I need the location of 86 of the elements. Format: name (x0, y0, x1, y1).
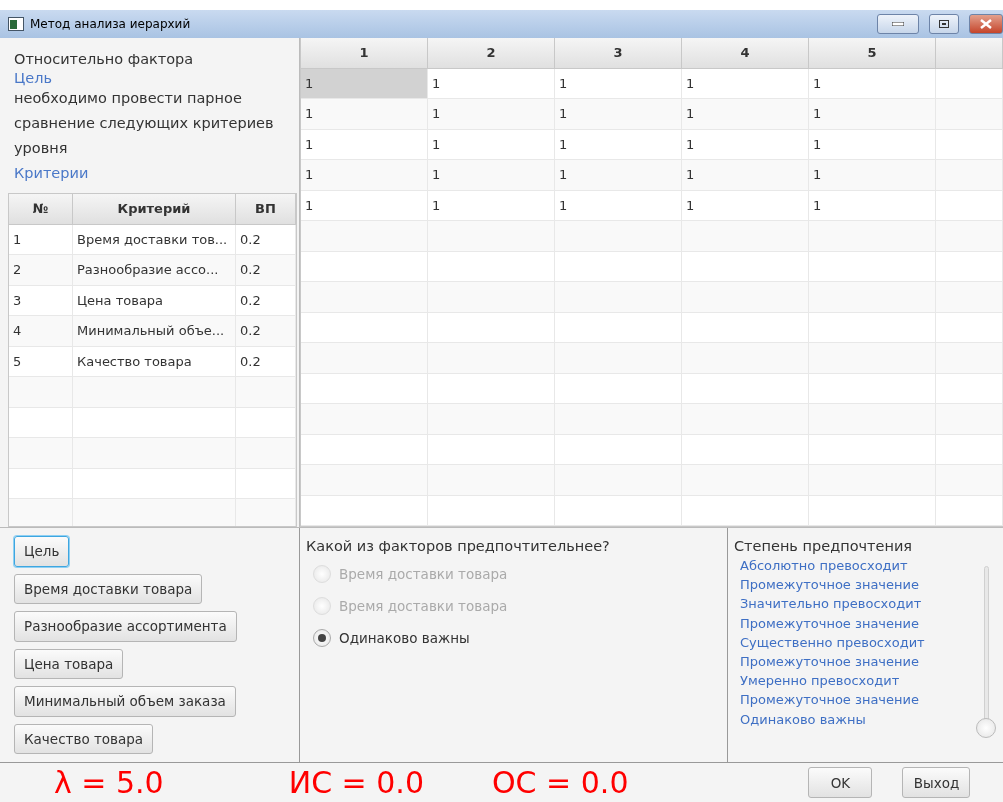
matrix-cell[interactable]: 1 (301, 190, 428, 221)
maximize-button[interactable] (929, 14, 959, 34)
table-cell: 0.2 (236, 285, 296, 316)
column-header[interactable]: 2 (428, 38, 555, 69)
matrix-cell[interactable]: 1 (301, 99, 428, 130)
column-header[interactable]: 3 (555, 38, 682, 69)
slider-thumb[interactable] (976, 718, 996, 738)
table-cell: 0.2 (236, 255, 296, 286)
factor-button[interactable]: Цена товара (14, 648, 124, 679)
preference-level[interactable]: Промежуточное значение (734, 652, 975, 672)
matrix-cell[interactable]: 1 (301, 68, 428, 99)
matrix-cell[interactable]: 1 (301, 160, 428, 191)
table-cell: Качество товара (73, 346, 236, 377)
matrix-cell[interactable]: 1 (809, 99, 936, 130)
preference-title: Степень предпочтения (734, 538, 914, 554)
table-cell: Время доставки тов... (73, 224, 236, 255)
table-cell: 0.2 (236, 346, 296, 377)
matrix-cell[interactable]: 1 (555, 99, 682, 130)
preference-level[interactable]: Промежуточное значение (734, 613, 975, 633)
ok-button[interactable]: OK (808, 767, 873, 798)
table-cell: 0.2 (236, 224, 296, 255)
matrix-cell[interactable]: 1 (682, 190, 809, 221)
close-button[interactable] (969, 14, 1003, 34)
radio-option[interactable]: Одинаково важны (306, 624, 721, 652)
close-icon (980, 19, 992, 29)
column-header[interactable]: 5 (809, 38, 936, 69)
table-cell: 0.2 (236, 316, 296, 347)
table-cell: 5 (9, 346, 73, 377)
stat-value: λ = 5.0 (54, 765, 164, 800)
stat-value: ИС = 0.0 (288, 765, 424, 800)
preference-level[interactable]: Умеренно превосходит (734, 671, 975, 691)
matrix-cell[interactable]: 1 (809, 129, 936, 160)
preference-level[interactable]: Значительно превосходит (734, 594, 975, 614)
factor-button[interactable]: Качество товара (14, 723, 154, 754)
matrix-cell[interactable]: 1 (428, 68, 555, 99)
matrix-cell[interactable]: 1 (555, 190, 682, 221)
matrix-cell[interactable]: 1 (682, 129, 809, 160)
radio-icon (313, 565, 331, 583)
app-icon (8, 17, 24, 31)
preference-slider[interactable] (975, 566, 997, 738)
matrix-cell[interactable]: 1 (809, 160, 936, 191)
table-cell: 1 (9, 224, 73, 255)
matrix-cell[interactable]: 1 (301, 129, 428, 160)
stat-value: ОС = 0.0 (492, 765, 629, 800)
info-text: Относительно фактора (14, 50, 195, 69)
column-header[interactable]: № (9, 194, 73, 225)
matrix-cell[interactable]: 1 (682, 99, 809, 130)
table-cell: 3 (9, 285, 73, 316)
preference-level[interactable]: Промежуточное значение (734, 690, 975, 710)
matrix-cell[interactable]: 1 (428, 190, 555, 221)
factor-button[interactable]: Разнообразие ассортимента (14, 611, 237, 642)
table-cell: 4 (9, 316, 73, 347)
preference-level[interactable]: Абсолютно превосходит (734, 556, 975, 576)
exit-button[interactable]: Выход (902, 767, 971, 798)
column-header[interactable]: ВП (236, 194, 296, 225)
preference-level[interactable]: Одинаково важны (734, 709, 975, 729)
preference-level[interactable]: Существенно превосходит (734, 632, 975, 652)
radio-icon (313, 597, 331, 615)
column-header[interactable]: Критерий (73, 194, 236, 225)
matrix-cell[interactable]: 1 (809, 68, 936, 99)
minimize-icon (892, 22, 904, 26)
preference-level[interactable]: Промежуточное значение (734, 575, 975, 595)
matrix-cell[interactable]: 1 (428, 129, 555, 160)
info-text: необходимо провести парное сравнение следующих критериев уровня (14, 89, 275, 158)
matrix-cell[interactable]: 1 (555, 129, 682, 160)
matrix-cell[interactable]: 1 (682, 160, 809, 191)
matrix-cell[interactable]: 1 (428, 160, 555, 191)
column-header[interactable]: 4 (682, 38, 809, 69)
table-cell: Разнообразие ассо... (73, 255, 236, 286)
factor-button[interactable]: Цель (14, 536, 70, 567)
question-title: Какой из факторов предпочтительнее? (306, 538, 611, 554)
table-cell: Цена товара (73, 285, 236, 316)
table-cell: 2 (9, 255, 73, 286)
matrix-cell[interactable]: 1 (428, 99, 555, 130)
column-header[interactable]: 1 (301, 38, 428, 69)
window-title: Метод анализа иерархий (30, 17, 192, 31)
radio-icon (313, 629, 331, 647)
factor-button[interactable]: Минимальный объем заказа (14, 686, 236, 717)
table-cell: Минимальный объе... (73, 316, 236, 347)
matrix-cell[interactable]: 1 (555, 160, 682, 191)
matrix-cell[interactable]: 1 (555, 68, 682, 99)
matrix-cell[interactable]: 1 (682, 68, 809, 99)
minimize-button[interactable] (877, 14, 919, 34)
maximize-icon (939, 20, 949, 28)
matrix-cell[interactable]: 1 (809, 190, 936, 221)
factor-button[interactable]: Время доставки товара (14, 573, 203, 604)
